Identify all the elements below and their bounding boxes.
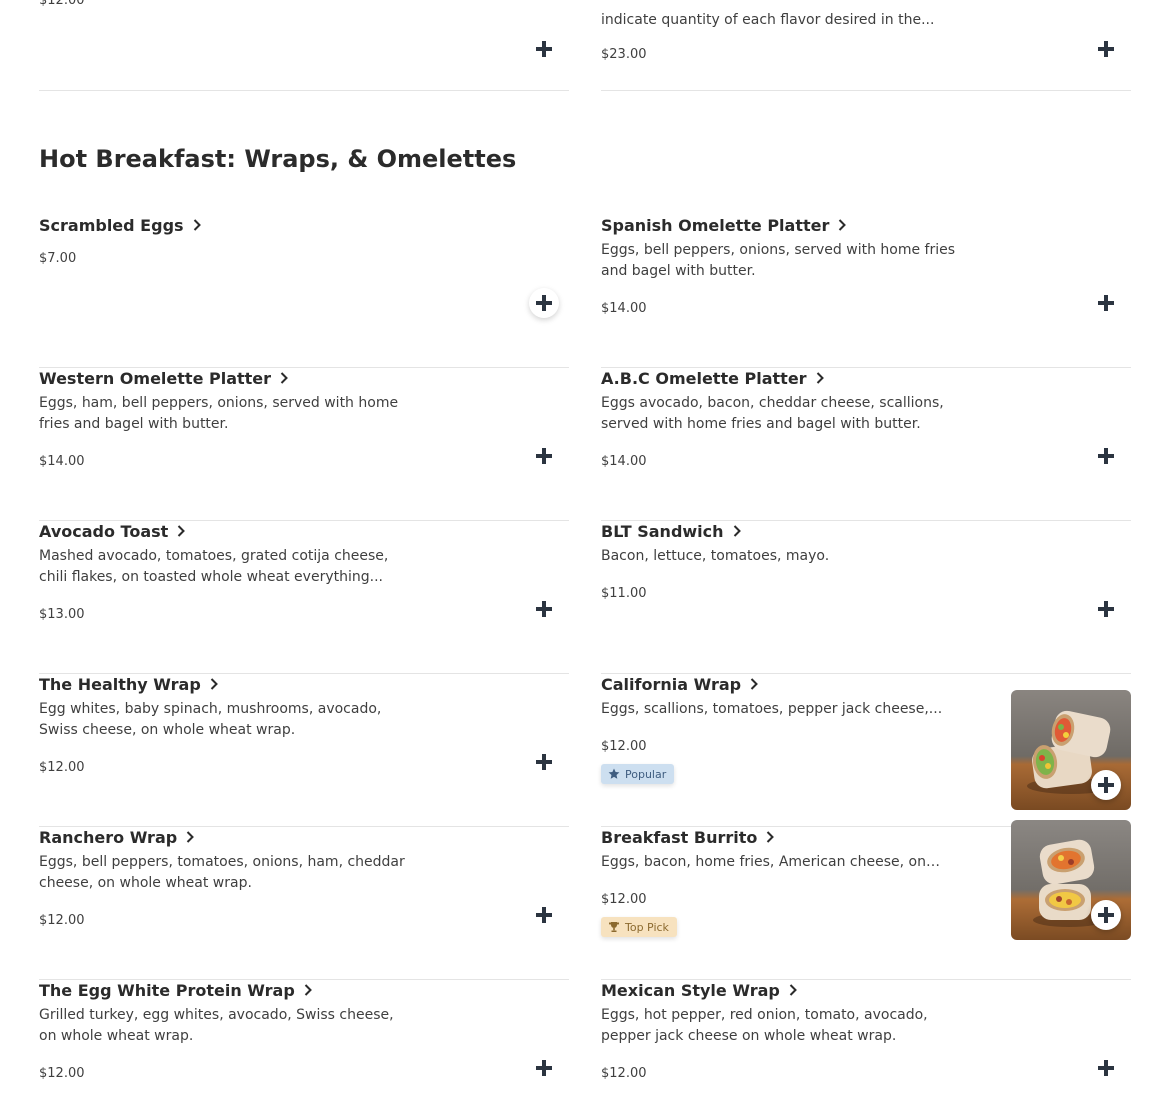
menu-item-card[interactable]: Breakfast Burrito Eggs, bacon, home frie… <box>601 820 1131 980</box>
menu-item-card[interactable]: Spanish Omelette Platter Eggs, bell pepp… <box>601 215 1131 368</box>
plus-icon <box>1098 907 1114 923</box>
plus-icon <box>1098 1060 1114 1076</box>
menu-item-card[interactable]: California Wrap Eggs, scallions, tomatoe… <box>601 674 1131 827</box>
top-pick-badge: Top Pick <box>601 917 677 937</box>
menu-item-card[interactable]: indicate quantity of each flavor desired… <box>601 0 1131 91</box>
menu-item-card[interactable]: Mexican Style Wrap Eggs, hot pepper, red… <box>601 980 1131 1098</box>
chevron-right-icon <box>304 984 312 996</box>
plus-icon <box>536 754 552 770</box>
plus-icon <box>1098 41 1114 57</box>
plus-icon <box>536 907 552 923</box>
item-name[interactable]: A.B.C Omelette Platter <box>601 368 824 388</box>
item-name[interactable]: Breakfast Burrito <box>601 827 775 847</box>
item-price: $23.00 <box>601 47 647 62</box>
chevron-right-icon <box>767 831 775 843</box>
item-price: $12.00 <box>39 0 85 8</box>
add-to-cart-button[interactable] <box>529 900 559 930</box>
chevron-right-icon <box>733 525 741 537</box>
plus-icon <box>536 601 552 617</box>
item-price: $14.00 <box>601 301 647 316</box>
item-description: Grilled turkey, egg whites, avocado, Swi… <box>39 1007 394 1044</box>
plus-icon <box>1098 295 1114 311</box>
item-price: $12.00 <box>601 1066 647 1081</box>
add-to-cart-button[interactable] <box>1091 288 1121 318</box>
chevron-right-icon <box>178 525 186 537</box>
item-price: $7.00 <box>39 251 77 266</box>
item-price: $14.00 <box>601 454 647 469</box>
chevron-right-icon <box>789 984 797 996</box>
item-price: $12.00 <box>601 892 647 907</box>
star-icon <box>608 768 620 779</box>
item-description: Eggs, scallions, tomatoes, pepper jack c… <box>601 701 943 717</box>
chevron-right-icon <box>839 219 847 231</box>
add-to-cart-button[interactable] <box>1091 441 1121 471</box>
menu-item-card[interactable]: The Egg White Protein Wrap Grilled turke… <box>39 980 569 1098</box>
item-description: Bacon, lettuce, tomatoes, mayo. <box>601 548 830 564</box>
menu-item-card[interactable]: Avocado Toast Mashed avocado, tomatoes, … <box>39 521 569 674</box>
chevron-right-icon <box>210 678 218 690</box>
item-description: Egg whites, baby spinach, mushrooms, avo… <box>39 701 382 738</box>
plus-icon <box>536 1060 552 1076</box>
menu-item-card[interactable]: $12.00 <box>39 0 569 91</box>
plus-icon <box>1098 448 1114 464</box>
menu-item-card[interactable]: BLT Sandwich Bacon, lettuce, tomatoes, m… <box>601 521 1131 674</box>
add-to-cart-button[interactable] <box>1091 770 1121 800</box>
item-name[interactable]: The Egg White Protein Wrap <box>39 980 312 1000</box>
item-description: indicate quantity of each flavor desired… <box>601 12 935 28</box>
item-price: $12.00 <box>39 1066 85 1081</box>
add-to-cart-button[interactable] <box>529 594 559 624</box>
item-price: $12.00 <box>601 739 647 754</box>
item-description: Eggs, bell peppers, tomatoes, onions, ha… <box>39 854 405 891</box>
item-price: $12.00 <box>39 760 85 775</box>
menu-item-card[interactable]: A.B.C Omelette Platter Eggs avocado, bac… <box>601 368 1131 521</box>
section-title: Hot Breakfast: Wraps, & Omelettes <box>39 145 517 173</box>
plus-icon <box>1098 777 1114 793</box>
chevron-right-icon <box>750 678 759 690</box>
item-name[interactable]: Western Omelette Platter <box>39 368 288 388</box>
add-to-cart-button[interactable] <box>1091 1053 1121 1083</box>
chevron-right-icon <box>186 831 195 843</box>
menu-item-card[interactable]: Ranchero Wrap Eggs, bell peppers, tomato… <box>39 827 569 980</box>
trophy-icon <box>609 922 619 932</box>
add-to-cart-button[interactable] <box>529 288 559 318</box>
item-name[interactable]: California Wrap <box>601 674 759 694</box>
item-description: Eggs, bacon, home fries, American cheese… <box>601 854 926 870</box>
item-description: Eggs, ham, bell peppers, onions, served … <box>39 395 399 432</box>
item-price: $12.00 <box>39 913 85 928</box>
add-to-cart-button[interactable] <box>1091 900 1121 930</box>
item-name[interactable]: Mexican Style Wrap <box>601 980 797 1000</box>
menu-item-card[interactable]: The Healthy Wrap Egg whites, baby spinac… <box>39 674 569 827</box>
item-photo[interactable] <box>1011 820 1131 940</box>
menu-item-card[interactable]: Western Omelette Platter Eggs, ham, bell… <box>39 368 569 521</box>
item-price: $13.00 <box>39 607 85 622</box>
plus-icon <box>536 295 552 311</box>
chevron-right-icon <box>816 372 824 384</box>
item-price: $14.00 <box>39 454 85 469</box>
plus-icon <box>536 448 552 464</box>
add-to-cart-button[interactable] <box>529 34 559 64</box>
chevron-right-icon <box>280 372 288 384</box>
item-name[interactable]: BLT Sandwich <box>601 521 741 541</box>
popular-badge: Popular <box>601 764 675 784</box>
chevron-right-icon <box>193 219 201 231</box>
item-description: Eggs, hot pepper, red onion, tomato, avo… <box>601 1007 928 1044</box>
item-name[interactable]: Scrambled Eggs <box>39 215 201 235</box>
plus-icon <box>536 41 552 57</box>
menu-item-card[interactable]: Scrambled Eggs $7.00 <box>39 215 569 368</box>
item-name[interactable]: Spanish Omelette Platter <box>601 215 847 235</box>
add-to-cart-button[interactable] <box>1091 594 1121 624</box>
item-description: Eggs avocado, bacon, cheddar cheese, sca… <box>601 395 944 432</box>
item-name[interactable]: The Healthy Wrap <box>39 674 218 694</box>
item-name[interactable]: Avocado Toast <box>39 521 186 541</box>
item-price: $11.00 <box>601 586 647 601</box>
item-photo[interactable] <box>1011 690 1131 810</box>
add-to-cart-button[interactable] <box>529 747 559 777</box>
item-description: Eggs, bell peppers, onions, served with … <box>601 242 956 279</box>
add-to-cart-button[interactable] <box>529 1053 559 1083</box>
plus-icon <box>1098 601 1114 617</box>
add-to-cart-button[interactable] <box>1091 34 1121 64</box>
item-name[interactable]: Ranchero Wrap <box>39 827 195 847</box>
add-to-cart-button[interactable] <box>529 441 559 471</box>
item-description: Mashed avocado, tomatoes, grated cotija … <box>39 548 389 585</box>
